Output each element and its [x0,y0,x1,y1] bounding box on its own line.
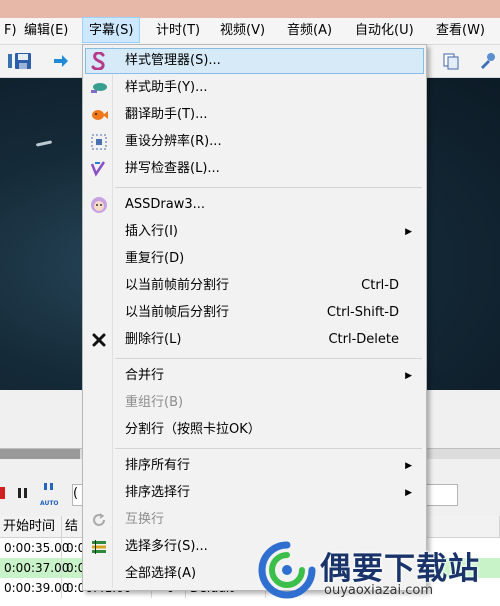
menu-item-label: 样式管理器(S)... [125,53,221,68]
auto-scroll-button[interactable]: AUTO [40,482,62,507]
cell-start: 0:00:39.00 [0,578,69,598]
menu-item-label: 排序选择行 [125,485,191,500]
menu-item-label: 以当前帧前分割行 [125,278,230,293]
menu-item-label: 以当前帧后分割行 [125,305,230,320]
menu-item-label: 合并行 [125,368,165,383]
menu-item-label: 排序所有行 [125,458,191,473]
style-assistant-icon [89,78,109,98]
menu-item-label: ASSDraw3... [125,197,206,212]
swap-icon [89,510,109,530]
video-texture [35,140,53,147]
auto-scroll-icon [44,483,53,490]
menu-item-translation-assistant[interactable]: 翻译助手(T)... [85,102,424,128]
menu-item-label: 选择多行(S)... [125,539,208,554]
menu-item-shortcut: Ctrl-Shift-D [326,305,399,320]
menu-item-label: 插入行(I) [125,224,178,239]
menu-item-label: 重复行(D) [125,251,185,266]
style-manager-icon [89,51,109,71]
menu-item-label: 样式助手(Y)... [125,80,208,95]
site-logo-icon [258,541,316,599]
menu-separator [115,448,422,449]
assdraw-icon [89,195,109,215]
menu-item-assdraw[interactable]: ASSDraw3... [85,192,424,218]
menu-item-duplicate-line[interactable]: 重复行(D) [85,246,424,272]
window-title-strip [0,0,500,18]
menu-item-label: 互换行 [125,512,165,527]
menu-item-label: 拼写检查器(L)... [125,161,220,176]
submenu-arrow-icon: ▶ [405,371,412,381]
submenu-arrow-icon: ▶ [405,488,412,498]
stop-icon[interactable] [0,486,6,500]
menu-audio[interactable]: 音频(A) [281,18,338,44]
site-watermark: 偶要下载站 ouyaoxiazai.com [258,537,500,606]
menu-separator [115,358,422,359]
menu-item-swap-lines[interactable]: 互换行 [85,507,424,533]
save-icon [15,53,31,69]
select-lines-icon [89,537,109,557]
menu-edit[interactable]: 编辑(E) [18,18,74,44]
translation-assistant-icon [89,105,109,125]
menu-item-label: 删除行(L) [125,332,182,347]
watermark-title: 偶要下载站 [320,551,480,587]
menu-separator [115,187,422,188]
pause-icon[interactable] [16,486,30,500]
menu-item-split-before-frame[interactable]: 以当前帧前分割行 Ctrl-D [85,273,424,299]
menu-item-label: 分割行（按照卡拉OK） [125,422,261,437]
menu-item-style-manager[interactable]: 样式管理器(S)... [85,48,424,74]
menu-item-label: 重组行(B) [125,395,184,410]
menu-item-split-by-karaoke[interactable]: 分割行（按照卡拉OK） [85,417,424,443]
menu-item-join-lines[interactable]: 合并行 ▶ [85,363,424,389]
subtitle-dropdown-menu: 样式管理器(S)... 样式助手(Y)... 翻译助手(T)... 重设分辨率(… [82,44,427,591]
delete-icon [89,330,109,350]
arrow-right-icon [54,55,68,67]
watermark-url: ouyaoxiazai.com [324,583,433,598]
menu-automation[interactable]: 自动化(U) [349,18,420,44]
cell-start: 0:00:37.00 [0,558,69,578]
menu-item-sort-all-lines[interactable]: 排序所有行 ▶ [85,453,424,479]
save-button[interactable] [12,50,34,72]
menu-item-shortcut: Ctrl-Delete [328,332,399,347]
menu-bar: F) 编辑(E) 字幕(S) 计时(T) 视频(V) 音频(A) 自动化(U) … [0,17,500,45]
toolbar-button-copy[interactable] [440,50,462,72]
resample-resolution-icon [89,132,109,152]
menu-item-label: 翻译助手(T)... [125,107,208,122]
menu-item-split-after-frame[interactable]: 以当前帧后分割行 Ctrl-Shift-D [85,300,424,326]
menu-item-delete-line[interactable]: 删除行(L) Ctrl-Delete [85,327,424,353]
menu-view[interactable]: 查看(W) [430,18,491,44]
menu-item-sort-selected-lines[interactable]: 排序选择行 ▶ [85,480,424,506]
seek-thumb[interactable] [0,449,80,459]
menu-item-label: 全部选择(A) [125,566,197,581]
tool-icon [481,53,495,69]
cell-start: 0:00:35.00 [0,538,69,558]
menu-item-insert-line[interactable]: 插入行(I) ▶ [85,219,424,245]
jump-button[interactable] [50,50,72,72]
menu-subtitle[interactable]: 字幕(S) [82,17,141,43]
menu-timing[interactable]: 计时(T) [150,18,206,44]
menu-item-shortcut: Ctrl-D [361,278,399,293]
menu-item-spell-checker[interactable]: 拼写检查器(L)... [85,156,424,182]
menu-item-label: 重设分辨率(R)... [125,134,222,149]
toolbar-button-tool[interactable] [476,50,498,72]
menu-item-recombine-lines[interactable]: 重组行(B) [85,390,424,416]
column-header-start[interactable]: 开始时间 [0,516,62,538]
menu-item-resample-resolution[interactable]: 重设分辨率(R)... [85,129,424,155]
auto-label: AUTO [40,500,59,507]
submenu-arrow-icon: ▶ [405,227,412,237]
menu-item-style-assistant[interactable]: 样式助手(Y)... [85,75,424,101]
copy-icon [443,53,459,70]
submenu-arrow-icon: ▶ [405,461,412,471]
spell-checker-icon [89,159,109,179]
menu-video[interactable]: 视频(V) [214,18,271,44]
